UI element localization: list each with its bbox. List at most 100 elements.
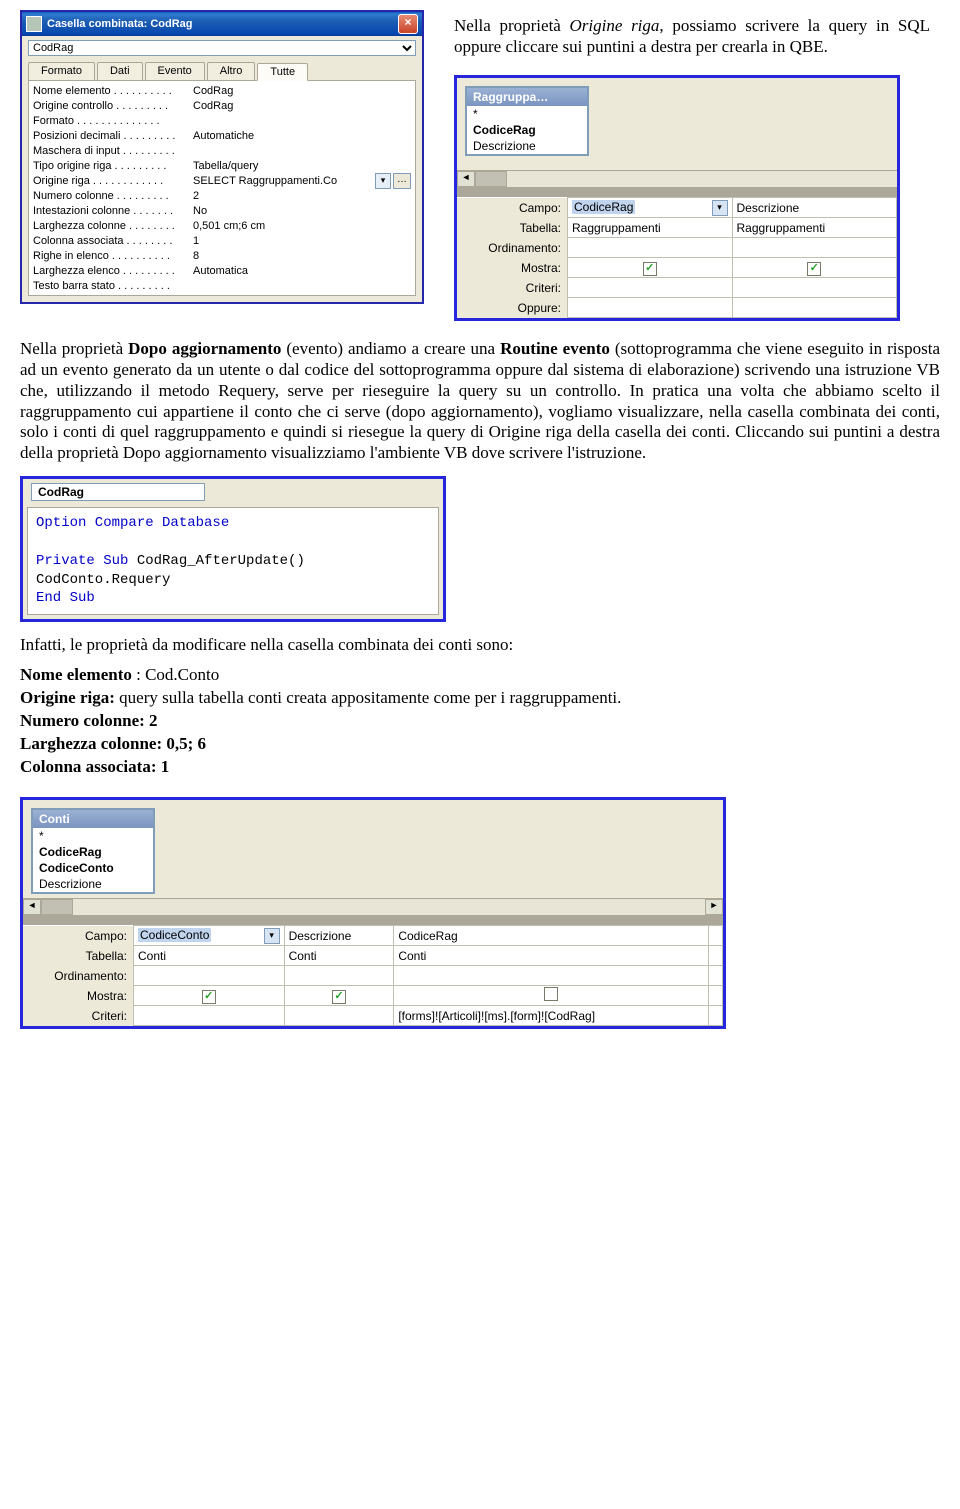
grid-cell[interactable] xyxy=(284,986,394,1006)
grid-cell[interactable] xyxy=(709,966,723,986)
property-value[interactable]: CodRag xyxy=(193,85,411,97)
grid-cell[interactable] xyxy=(134,986,285,1006)
chevron-down-icon[interactable]: ▾ xyxy=(712,200,728,216)
property-row[interactable]: Larghezza elenco . . . . . . . . .Automa… xyxy=(31,263,413,278)
grid-cell[interactable]: Raggruppamenti xyxy=(568,218,733,238)
property-value[interactable]: Tabella/query xyxy=(193,160,411,172)
qbe-table-header[interactable]: Raggruppa… xyxy=(467,88,587,106)
property-row[interactable]: Posizioni decimali . . . . . . . . .Auto… xyxy=(31,128,413,143)
grid-cell[interactable] xyxy=(568,278,733,298)
grid-cell[interactable] xyxy=(394,986,709,1006)
property-value[interactable]: No xyxy=(193,205,411,217)
property-row[interactable]: Righe in elenco . . . . . . . . . .8 xyxy=(31,248,413,263)
property-value[interactable]: 2 xyxy=(193,190,411,202)
property-value[interactable]: 8 xyxy=(193,250,411,262)
property-row[interactable]: Nome elemento . . . . . . . . . .CodRag xyxy=(31,83,413,98)
grid-cell[interactable] xyxy=(709,1006,723,1026)
tab-formato[interactable]: Formato xyxy=(28,62,95,80)
titlebar[interactable]: Casella combinata: CodRag × xyxy=(22,12,422,36)
property-value[interactable]: CodRag xyxy=(193,100,411,112)
grid-cell[interactable] xyxy=(134,1006,285,1026)
qbe-field[interactable]: Descrizione xyxy=(467,138,587,154)
property-key: Tipo origine riga . . . . . . . . . xyxy=(33,160,193,172)
property-sheet[interactable]: Nome elemento . . . . . . . . . .CodRagO… xyxy=(28,80,416,296)
qbe-field[interactable]: CodiceRag xyxy=(467,122,587,138)
property-row[interactable]: Origine riga . . . . . . . . . . . .SELE… xyxy=(31,173,413,188)
qbe-grid[interactable]: Campo: CodiceConto▾ Descrizione CodiceRa… xyxy=(23,923,723,1026)
grid-cell[interactable] xyxy=(394,966,709,986)
scroll-thumb[interactable] xyxy=(475,171,507,187)
grid-cell[interactable]: CodiceRag xyxy=(394,926,709,946)
qbe-grid[interactable]: Campo: CodiceRag▾ Descrizione Tabella: R… xyxy=(457,195,897,318)
qbe-field-table[interactable]: Raggruppa… * CodiceRag Descrizione xyxy=(465,86,589,156)
mostra-checkbox[interactable] xyxy=(643,262,657,276)
property-row[interactable]: Testo barra stato . . . . . . . . . xyxy=(31,278,413,293)
close-icon[interactable]: × xyxy=(398,14,418,34)
grid-cell[interactable]: Conti xyxy=(394,946,709,966)
grid-cell[interactable]: CodiceConto▾ xyxy=(134,926,285,946)
hscrollbar[interactable]: ◄ ► xyxy=(23,898,723,915)
property-row[interactable]: Maschera di input . . . . . . . . . xyxy=(31,143,413,158)
mostra-checkbox[interactable] xyxy=(202,990,216,1004)
grid-cell[interactable] xyxy=(732,278,897,298)
grid-cell[interactable] xyxy=(284,966,394,986)
grid-cell[interactable]: Conti xyxy=(284,946,394,966)
object-dropdown[interactable]: CodRag xyxy=(31,483,205,501)
grid-cell[interactable]: CodiceRag▾ xyxy=(568,198,733,218)
grid-cell[interactable] xyxy=(732,258,897,278)
mostra-checkbox[interactable] xyxy=(807,262,821,276)
property-value[interactable]: Automatica xyxy=(193,265,411,277)
grid-cell[interactable]: Descrizione xyxy=(284,926,394,946)
scroll-right-icon[interactable]: ► xyxy=(705,899,723,915)
qbe-table-area[interactable]: Conti * CodiceRag CodiceConto Descrizion… xyxy=(23,800,723,898)
tab-tutte[interactable]: Tutte xyxy=(257,63,308,81)
grid-cell[interactable] xyxy=(732,298,897,318)
qbe-field[interactable]: * xyxy=(33,828,153,844)
qbe-table-header[interactable]: Conti xyxy=(33,810,153,828)
builder-button[interactable]: … xyxy=(393,173,411,189)
grid-cell[interactable] xyxy=(709,986,723,1006)
grid-cell[interactable] xyxy=(568,238,733,258)
scroll-left-icon[interactable]: ◄ xyxy=(457,171,475,187)
grid-cell[interactable] xyxy=(134,966,285,986)
grid-cell[interactable] xyxy=(568,258,733,278)
code-area[interactable]: Option Compare Database Private Sub CodR… xyxy=(27,507,439,615)
property-row[interactable]: Larghezza colonne . . . . . . . .0,501 c… xyxy=(31,218,413,233)
qbe-field[interactable]: CodiceConto xyxy=(33,860,153,876)
qbe-field[interactable]: Descrizione xyxy=(33,876,153,892)
scroll-left-icon[interactable]: ◄ xyxy=(23,899,41,915)
scroll-thumb[interactable] xyxy=(41,899,73,915)
grid-cell[interactable] xyxy=(568,298,733,318)
chevron-down-icon[interactable]: ▾ xyxy=(375,173,391,189)
grid-cell[interactable]: Descrizione xyxy=(732,198,897,218)
grid-cell[interactable]: Raggruppamenti xyxy=(732,218,897,238)
chevron-down-icon[interactable]: ▾ xyxy=(264,928,280,944)
grid-cell[interactable] xyxy=(732,238,897,258)
property-value[interactable]: 1 xyxy=(193,235,411,247)
grid-cell[interactable] xyxy=(709,946,723,966)
tab-altro[interactable]: Altro xyxy=(207,62,256,80)
qbe-table-area[interactable]: Raggruppa… * CodiceRag Descrizione xyxy=(457,78,897,170)
property-value[interactable]: Automatiche xyxy=(193,130,411,142)
hscrollbar[interactable]: ◄ xyxy=(457,170,897,187)
property-value[interactable]: 0,501 cm;6 cm xyxy=(193,220,411,232)
property-row[interactable]: Formato . . . . . . . . . . . . . . xyxy=(31,113,413,128)
tab-evento[interactable]: Evento xyxy=(145,62,205,80)
tab-dati[interactable]: Dati xyxy=(97,62,143,80)
grid-cell[interactable] xyxy=(284,1006,394,1026)
property-row[interactable]: Intestazioni colonne . . . . . . .No xyxy=(31,203,413,218)
qbe-field[interactable]: * xyxy=(467,106,587,122)
property-row[interactable]: Numero colonne . . . . . . . . .2 xyxy=(31,188,413,203)
mostra-checkbox[interactable] xyxy=(544,987,558,1001)
property-row[interactable]: Tipo origine riga . . . . . . . . .Tabel… xyxy=(31,158,413,173)
qbe-field-table[interactable]: Conti * CodiceRag CodiceConto Descrizion… xyxy=(31,808,155,894)
qbe-field[interactable]: CodiceRag xyxy=(33,844,153,860)
property-row[interactable]: Colonna associata . . . . . . . .1 xyxy=(31,233,413,248)
grid-cell[interactable] xyxy=(709,926,723,946)
grid-cell[interactable]: Conti xyxy=(134,946,285,966)
object-selector[interactable]: CodRag xyxy=(28,40,416,56)
property-row[interactable]: Origine controllo . . . . . . . . .CodRa… xyxy=(31,98,413,113)
mostra-checkbox[interactable] xyxy=(332,990,346,1004)
property-value[interactable]: SELECT Raggruppamenti.Co▾… xyxy=(193,173,411,189)
grid-cell[interactable]: [forms]![Articoli]![ms].[form]![CodRag] xyxy=(394,1006,709,1026)
